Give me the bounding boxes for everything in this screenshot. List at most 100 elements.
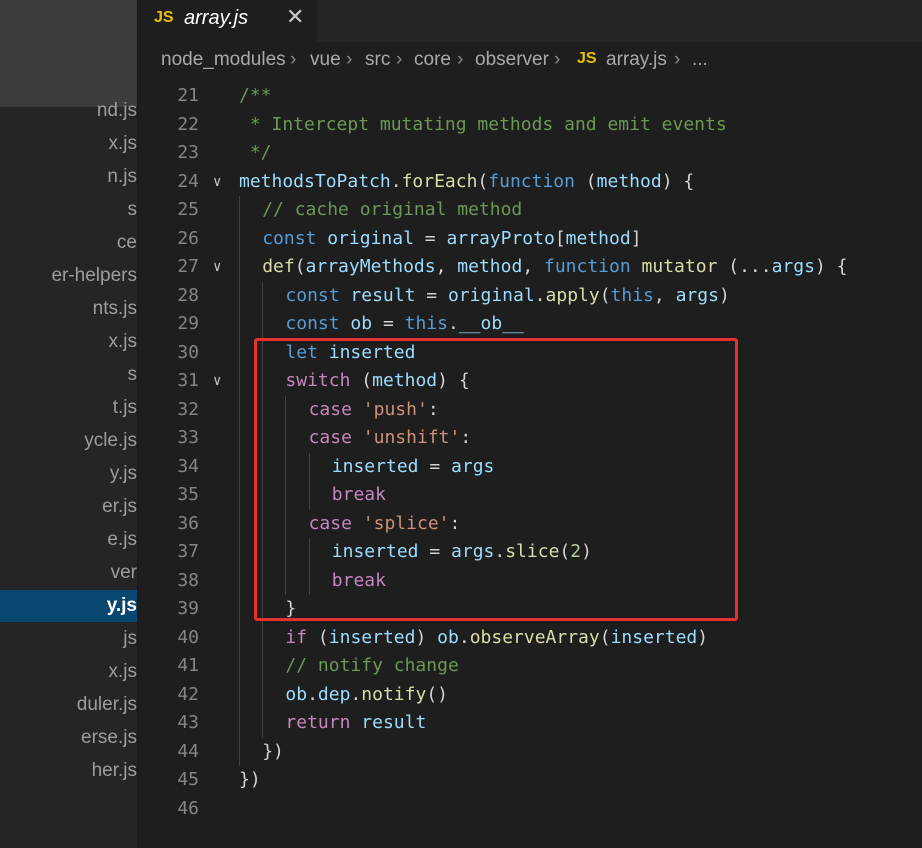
file-name: x.js xyxy=(108,661,138,682)
file-list-item[interactable]: ce xyxy=(0,227,137,259)
code-token: const xyxy=(262,227,317,249)
indent-guide xyxy=(239,737,240,766)
line-number: 45 xyxy=(177,769,199,790)
code-token: original xyxy=(447,284,535,306)
indent-guide xyxy=(239,424,240,453)
fold-chevron-icon[interactable]: ∨ xyxy=(213,367,221,396)
file-list-item[interactable]: her.js xyxy=(0,755,137,787)
file-list-item[interactable]: er-helpers xyxy=(0,260,137,292)
code-text: if (inserted) ob.observeArray(inserted) xyxy=(285,624,708,653)
code-text: }) xyxy=(262,738,284,767)
code-text: * Intercept mutating methods and emit ev… xyxy=(239,111,727,140)
code-token: ( xyxy=(477,170,489,192)
code-token: original xyxy=(327,227,414,249)
js-file-icon: JS xyxy=(577,50,597,67)
line-number: 39 xyxy=(177,598,199,619)
code-token: ( xyxy=(599,284,611,306)
indent-guide xyxy=(239,452,240,481)
line-number: 23 xyxy=(177,142,199,163)
file-list-item[interactable]: erse.js xyxy=(0,722,137,754)
line-number: 28 xyxy=(177,284,199,306)
code-token: return xyxy=(285,712,351,733)
file-name: x.js xyxy=(108,331,138,352)
breadcrumb-observer[interactable]: observer xyxy=(475,42,549,78)
code-line: 46 xyxy=(139,795,922,824)
indent-guide xyxy=(239,338,240,367)
file-list-item[interactable]: y.js xyxy=(0,458,137,490)
close-icon[interactable]: ✕ xyxy=(286,4,304,30)
code-token: ob xyxy=(285,683,308,705)
code-line: 44}) xyxy=(139,737,922,767)
code-token: }) xyxy=(239,769,261,790)
line-number: 44 xyxy=(177,740,199,762)
line-number: 40 xyxy=(177,626,199,648)
code-text: /** xyxy=(239,82,272,111)
indent-guide xyxy=(239,566,240,595)
code-token: this xyxy=(404,313,448,334)
breadcrumb-core[interactable]: core xyxy=(414,42,451,78)
indent-guide xyxy=(239,281,240,310)
code-token: , xyxy=(653,284,676,306)
code-token: */ xyxy=(239,142,272,163)
code-token: . xyxy=(458,626,470,648)
explorer-sidebar: nd.js x.js n.js s ce er-helpers nts.js x.js s t.j… xyxy=(0,0,137,848)
fold-chevron-icon[interactable]: ∨ xyxy=(213,168,221,197)
line-number: 21 xyxy=(177,85,199,106)
file-list-item[interactable]: nd.js xyxy=(0,95,137,127)
code-token: ) xyxy=(697,626,709,648)
breadcrumb-file[interactable]: array.js xyxy=(606,42,667,78)
file-list-item[interactable]: duler.js xyxy=(0,689,137,721)
code-token: , xyxy=(522,256,544,277)
code-line: 41 // notify change xyxy=(139,652,922,681)
code-token: * Intercept mutating methods and emit ev… xyxy=(239,113,727,135)
file-list-item[interactable]: x.js xyxy=(0,326,138,358)
code-token: = xyxy=(415,284,448,306)
chevron-right-icon: › xyxy=(396,49,403,70)
js-file-icon: JS xyxy=(154,9,174,26)
file-list-item[interactable]: e.js xyxy=(0,524,137,556)
breadcrumb-src[interactable]: src xyxy=(365,42,390,78)
file-list-item[interactable]: ver xyxy=(0,557,137,589)
fold-chevron-icon[interactable]: ∨ xyxy=(213,253,221,282)
code-line: 24 ∨ methodsToPatch.forEach(function (meth… xyxy=(139,168,922,197)
file-list-item[interactable]: x.js xyxy=(0,656,138,688)
code-line: 22 * Intercept mutating methods and emit… xyxy=(139,111,922,140)
file-list-item[interactable]: er.js xyxy=(0,491,137,523)
code-token: ) xyxy=(415,626,438,648)
file-list-item[interactable]: s xyxy=(0,194,138,226)
file-list-item[interactable]: js xyxy=(0,623,137,655)
code-line: 21 /** xyxy=(139,82,922,111)
code-token: ob xyxy=(437,626,459,648)
line-number: 30 xyxy=(177,341,199,363)
breadcrumb-vue[interactable]: vue xyxy=(310,42,341,78)
file-name: ce xyxy=(116,232,137,253)
indent-guide xyxy=(239,680,240,709)
line-number: 42 xyxy=(177,683,199,705)
line-number: 38 xyxy=(177,569,199,591)
code-token: () xyxy=(426,683,448,705)
indent-guide xyxy=(239,481,240,510)
file-list-item[interactable]: nts.js xyxy=(0,293,137,325)
file-list-item[interactable]: y.js xyxy=(0,590,137,622)
code-token: // notify change xyxy=(285,655,459,676)
breadcrumb-node-modules[interactable]: node_modules xyxy=(161,42,286,78)
breadcrumb-more[interactable]: ... xyxy=(692,42,708,78)
code-token: , xyxy=(435,256,458,277)
explorer-header xyxy=(0,0,137,107)
indent-guide xyxy=(239,709,240,738)
file-list-item[interactable]: n.js xyxy=(0,161,137,193)
line-number: 22 xyxy=(177,113,199,135)
file-list-item[interactable]: t.js xyxy=(0,392,137,424)
file-list-item[interactable]: s xyxy=(0,359,138,391)
file-list-item[interactable]: x.js xyxy=(0,128,138,160)
code-token: }) xyxy=(262,740,284,762)
code-token: = xyxy=(413,227,447,249)
line-number: 25 xyxy=(177,199,199,220)
file-list-item[interactable]: ycle.js xyxy=(0,425,137,457)
code-token: inserted xyxy=(610,626,698,648)
code-token: inserted xyxy=(328,626,416,648)
tab-array-js[interactable]: JS array.js ✕ xyxy=(139,0,317,42)
indent-guide xyxy=(239,595,240,624)
